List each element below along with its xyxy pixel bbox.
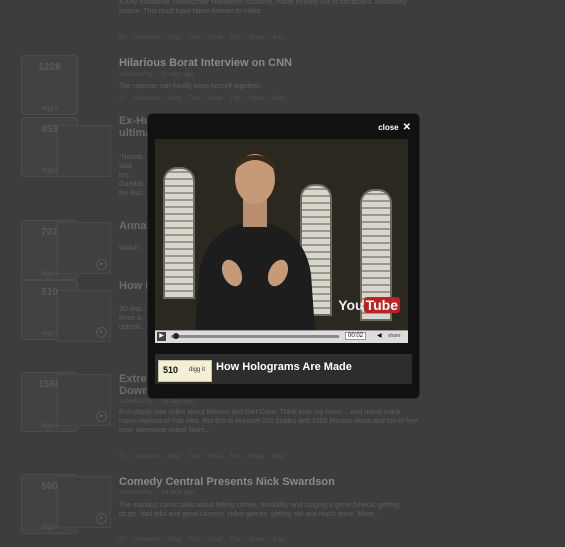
story-actions[interactable]: 57 comments Blog This Email This Share B… [119,537,285,543]
close-button[interactable]: close ✕ [378,122,411,133]
volume-icon[interactable]: ◀ [377,332,382,339]
play-icon[interactable]: ▶ [96,259,107,270]
story-thumbnail[interactable] [57,125,111,177]
story-actions[interactable]: 52 comments Blog This Email This Share B… [119,454,285,460]
story-description: "Hosea... said too... Gaddafi... the Bus… [119,154,150,197]
digg-button[interactable]: digg it [22,106,77,112]
story-actions[interactable]: 52 comments Blog This Email This Share B… [119,35,285,41]
story-title[interactable]: Hilarious Borat Interview on CNN [119,57,292,69]
story-thumbnail[interactable]: ▶ [57,374,111,426]
story-thumbnail[interactable]: ▶ [57,290,111,342]
story-thumbnail[interactable]: ▶ [57,222,111,274]
story-meta: submitted by ... 11 days ago [119,72,194,78]
video-lightbox: close ✕ You Tube ▶ 00:02 ◀ share 510 digg … [148,114,419,398]
digg-count: 510 [163,365,179,375]
play-icon[interactable]: ▶ [157,332,166,341]
close-label[interactable]: close [378,123,398,132]
story-actions[interactable]: 52 comments Blog This Email This Share B… [119,96,285,102]
time-display: 00:02 [345,332,367,340]
lightbox-footer: 510 digg it How Holograms Are Made [155,354,412,384]
progress-bar[interactable] [171,333,339,339]
play-icon[interactable]: ▶ [96,513,107,524]
story-description: 3D ima... three d... optical... [119,306,148,331]
digg-counter[interactable]: 1228 digg it [21,55,78,115]
digg-counter[interactable]: 510 digg it [158,360,212,382]
digg-count: 1228 [38,62,61,73]
story-description: The reporter can hardly keep herself tog… [119,83,262,90]
youtube-logo: You Tube [338,297,400,313]
story-description: The standup comic talks about telling st… [119,502,400,518]
progress-handle[interactable] [172,333,179,339]
video-player[interactable]: You Tube ▶ 00:02 ◀ share [155,139,408,343]
story-meta: submitted by ... 14 days ago [119,490,195,496]
story-description: A fully functional Transformer Halloween… [119,0,407,15]
story-description: Watch... [119,245,145,252]
play-icon[interactable]: ▶ [96,327,107,338]
story-title[interactable]: Comedy Central Presents Nick Swardson [119,476,335,488]
video-controls: ▶ 00:02 ◀ share [155,330,408,343]
share-button[interactable]: share [388,333,401,339]
close-icon[interactable]: ✕ [403,122,411,133]
play-icon[interactable]: ▶ [96,411,107,422]
video-title[interactable]: How Holograms Are Made [216,361,352,373]
logo-tube: Tube [363,297,400,313]
story-meta: submitted by ... 14 days ago [119,399,195,405]
presenter-figure [195,154,315,331]
digg-button[interactable]: digg it [189,367,205,373]
story-thumbnail[interactable]: ▶ [57,476,111,528]
logo-you: You [338,297,364,313]
story-description: Everybody saw video about Mentos and Die… [119,409,419,434]
